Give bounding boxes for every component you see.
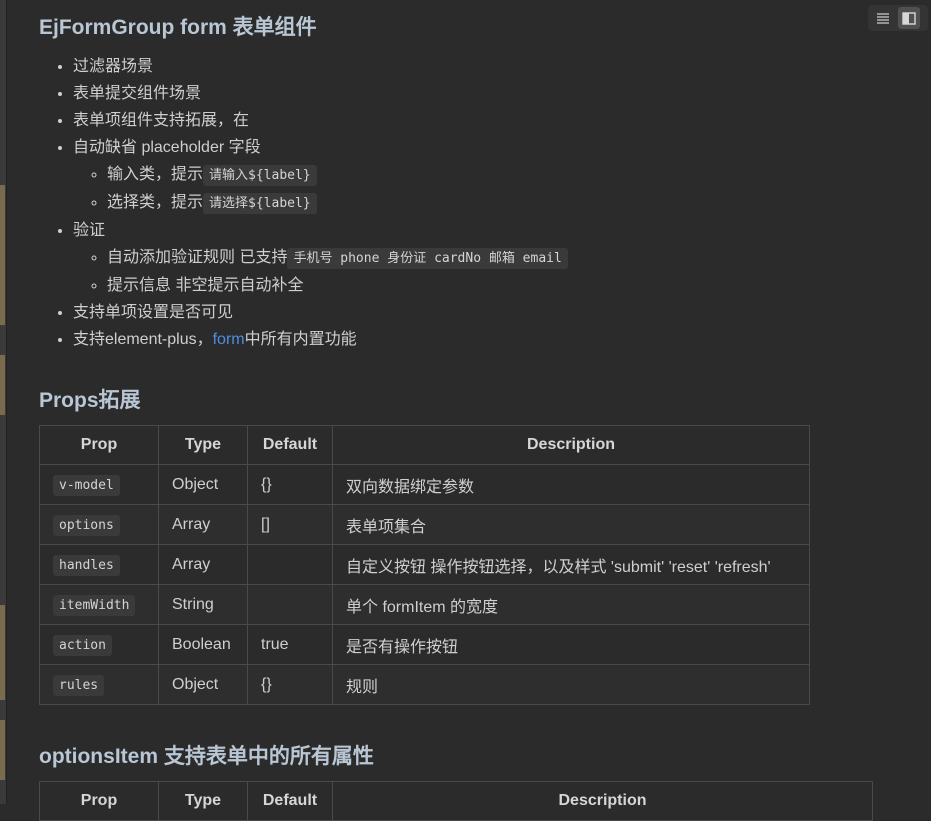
table-row: action Boolean true 是否有操作按钮 <box>39 624 810 665</box>
section-heading-options-item: optionsItem 支持表单中的所有属性 <box>39 745 374 768</box>
inline-code: 手机号 phone 身份证 cardNo 邮箱 email <box>287 248 568 269</box>
inline-code: action <box>53 634 112 656</box>
prop-cell: handles <box>39 544 159 585</box>
inline-code: 请输入${label} <box>203 165 317 186</box>
gutter-marker <box>0 355 5 415</box>
list-item: 表单项组件支持拓展，在 <box>73 107 568 134</box>
prop-cell: v-model <box>39 464 159 505</box>
table-header-row: Prop Type Default Description <box>39 781 873 821</box>
list-item-text: 提示信息 非空提示自动补全 <box>107 277 304 294</box>
inline-code: options <box>53 514 120 536</box>
type-cell: Object <box>158 464 248 505</box>
gutter-marker <box>0 185 5 325</box>
description-cell: 规则 <box>332 664 810 705</box>
list-item-text: 自动缺省 placeholder 字段 <box>73 139 261 156</box>
column-header: Description <box>332 781 873 821</box>
list-item-text: 验证 <box>73 222 106 239</box>
column-header: Prop <box>39 781 159 821</box>
default-cell <box>247 584 333 625</box>
list-item: 过滤器场景 <box>73 53 568 80</box>
inline-code: itemWidth <box>53 594 136 616</box>
prop-cell: itemWidth <box>39 584 159 625</box>
list-item: 提示信息 非空提示自动补全 <box>107 272 568 299</box>
type-cell: Array <box>158 544 248 585</box>
table-header-row: Prop Type Default Description <box>39 425 810 465</box>
table-row: rules Object {} 规则 <box>39 664 810 705</box>
description-cell: 自定义按钮 操作按钮选择，以及样式 'submit' 'reset' 'refr… <box>332 544 810 585</box>
list-item-text: 表单提交组件场景 <box>73 85 202 102</box>
list-item: 自动添加验证规则 已支持手机号 phone 身份证 cardNo 邮箱 emai… <box>107 244 568 272</box>
type-cell: Object <box>158 664 248 705</box>
list-item: 自动缺省 placeholder 字段 输入类，提示请输入${label} 选择… <box>73 134 568 217</box>
list-item-text: 中所有内置功能 <box>244 331 357 348</box>
list-item: 支持element-plus，form中所有内置功能 <box>73 326 568 353</box>
prop-cell: rules <box>39 664 159 705</box>
editor-gutter <box>0 0 7 804</box>
sub-list: 自动添加验证规则 已支持手机号 phone 身份证 cardNo 邮箱 emai… <box>73 244 568 299</box>
default-cell: {} <box>247 664 333 705</box>
list-item-text: 表单项组件支持拓展，在 <box>73 112 250 129</box>
column-header: Default <box>247 781 333 821</box>
gutter-marker <box>0 720 5 780</box>
list-item: 输入类，提示请输入${label} <box>107 161 568 189</box>
list-item-text: 支持单项设置是否可见 <box>73 304 234 321</box>
type-cell: Boolean <box>158 624 248 665</box>
inline-code: 请选择${label} <box>203 193 317 214</box>
inline-code: rules <box>53 674 105 696</box>
table-row: itemWidth String 单个 formItem 的宽度 <box>39 584 810 625</box>
default-cell: {} <box>247 464 333 505</box>
type-cell: Array <box>158 504 248 545</box>
list-view-icon[interactable] <box>872 7 894 29</box>
section-heading-props: Props拓展 <box>39 389 141 412</box>
list-item-text: 自动添加验证规则 已支持 <box>107 249 288 266</box>
prop-cell: action <box>39 624 159 665</box>
inline-code: v-model <box>53 474 120 496</box>
list-item-text: 输入类，提示 <box>107 166 204 183</box>
split-view-icon[interactable] <box>898 7 920 29</box>
list-item: 支持单项设置是否可见 <box>73 299 568 326</box>
table-row: handles Array 自定义按钮 操作按钮选择，以及样式 'submit'… <box>39 544 810 585</box>
column-header: Default <box>247 425 333 465</box>
page-title: EjFormGroup form 表单组件 <box>39 16 317 39</box>
list-item-text: 过滤器场景 <box>73 58 154 75</box>
list-item-text: 选择类，提示 <box>107 194 204 211</box>
description-cell: 是否有操作按钮 <box>332 624 810 665</box>
options-item-table: Prop Type Default Description <box>39 781 873 821</box>
description-cell: 双向数据绑定参数 <box>332 464 810 505</box>
list-item: 验证 自动添加验证规则 已支持手机号 phone 身份证 cardNo 邮箱 e… <box>73 217 568 299</box>
column-header: Description <box>332 425 810 465</box>
column-header: Type <box>158 425 248 465</box>
default-cell <box>247 544 333 585</box>
sub-list: 输入类，提示请输入${label} 选择类，提示请选择${label} <box>73 161 568 217</box>
form-link[interactable]: form <box>213 331 245 348</box>
table-row: v-model Object {} 双向数据绑定参数 <box>39 464 810 505</box>
column-header: Type <box>158 781 248 821</box>
default-cell: true <box>247 624 333 665</box>
default-cell: [] <box>247 504 333 545</box>
list-item: 选择类，提示请选择${label} <box>107 189 568 217</box>
inline-code: handles <box>53 554 120 576</box>
description-cell: 单个 formItem 的宽度 <box>332 584 810 625</box>
gutter-marker <box>0 605 5 700</box>
prop-cell: options <box>39 504 159 545</box>
column-header: Prop <box>39 425 159 465</box>
list-item: 表单提交组件场景 <box>73 80 568 107</box>
table-row: options Array [] 表单项集合 <box>39 504 810 545</box>
props-table: Prop Type Default Description v-model Ob… <box>39 425 810 705</box>
feature-list: 过滤器场景 表单提交组件场景 表单项组件支持拓展，在 自动缺省 placehol… <box>39 53 568 353</box>
view-mode-toolbar <box>868 5 928 31</box>
list-item-text: 支持element-plus， <box>73 331 213 348</box>
type-cell: String <box>158 584 248 625</box>
description-cell: 表单项集合 <box>332 504 810 545</box>
